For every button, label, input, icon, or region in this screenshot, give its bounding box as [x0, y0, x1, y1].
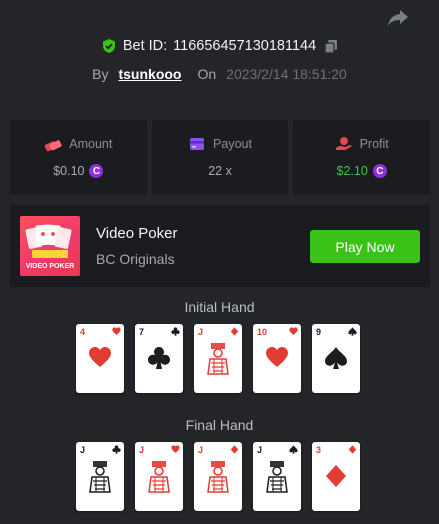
playing-card: 9 — [312, 324, 360, 393]
coin-icon: C — [372, 164, 387, 178]
hearts-suit-icon — [266, 347, 288, 367]
profit-label: Profit — [359, 137, 389, 151]
on-label: On — [197, 66, 217, 82]
bet-author-row: By tsunkooo On 2023/2/14 18:51:20 — [0, 66, 439, 82]
card-rank: J — [80, 445, 86, 455]
playing-card: 3 — [312, 442, 360, 511]
copy-icon[interactable] — [324, 39, 338, 54]
thumb-title: VIDEO POKER — [26, 263, 75, 270]
payout-card-icon — [190, 138, 205, 150]
card-rank: 10 — [257, 327, 268, 337]
final-hand: J J J J 3 — [76, 442, 360, 511]
spades-suit-icon — [289, 445, 298, 454]
playing-card: J — [194, 324, 242, 393]
clubs-suit-icon — [112, 445, 121, 454]
stat-amount: Amount $0.10 C — [10, 120, 147, 194]
card-rank: 3 — [316, 445, 322, 455]
coin-icon: C — [89, 164, 104, 178]
hearts-suit-icon — [112, 327, 121, 335]
bet-stats: Amount $0.10 C Payout 22 x Profit $2.10 … — [10, 120, 431, 194]
stat-payout: Payout 22 x — [151, 120, 289, 194]
playing-card: J — [253, 442, 301, 511]
jack-figure-icon — [207, 461, 229, 493]
card-rank: J — [139, 445, 145, 455]
clubs-suit-icon — [148, 347, 170, 369]
game-provider: BC Originals — [96, 251, 175, 267]
spades-suit-icon — [325, 347, 347, 369]
bet-timestamp: 2023/2/14 18:51:20 — [226, 66, 347, 82]
stat-profit: Profit $2.10 C — [293, 120, 431, 194]
jack-figure-icon — [148, 461, 170, 493]
bet-id-value: 116656457130181144 — [173, 38, 317, 54]
spades-suit-icon — [348, 327, 357, 336]
initial-hand: 4 7 J 10 9 — [76, 324, 360, 393]
card-rank: J — [257, 445, 263, 455]
card-rank: 9 — [316, 327, 322, 337]
clubs-suit-icon — [171, 327, 180, 336]
game-title[interactable]: Video Poker — [96, 225, 177, 242]
card-rank: 4 — [80, 327, 86, 337]
profit-icon — [335, 137, 351, 150]
initial-hand-label: Initial Hand — [184, 299, 255, 315]
payout-value: 22 x — [208, 164, 232, 178]
card-rank: 7 — [139, 327, 145, 337]
profit-value: $2.10 — [336, 164, 368, 178]
bet-id-row: Bet ID: 116656457130181144 — [0, 38, 439, 54]
diamonds-suit-icon — [230, 445, 239, 454]
video-poker-logo: VIDEO POKER — [25, 224, 75, 270]
game-card: VIDEO POKER Video Poker BC Originals Pla… — [10, 205, 430, 287]
bet-id-label: Bet ID: — [122, 38, 168, 54]
playing-card: 10 — [253, 324, 301, 393]
play-now-button[interactable]: Play Now — [310, 230, 420, 263]
playing-card: J — [76, 442, 124, 511]
playing-card: J — [194, 442, 242, 511]
video-poker-thumbnail[interactable]: VIDEO POKER — [20, 216, 80, 276]
card-rank: J — [198, 327, 204, 337]
diamonds-suit-icon — [230, 327, 239, 336]
playing-card: J — [135, 442, 183, 511]
diamonds-suit-icon — [348, 445, 357, 454]
amount-value: $0.10 — [53, 164, 85, 178]
hearts-suit-icon — [171, 445, 180, 453]
diamonds-suit-icon — [326, 465, 346, 487]
playing-card: 7 — [135, 324, 183, 393]
playing-card: 4 — [76, 324, 124, 393]
username-link[interactable]: tsunkooo — [118, 66, 181, 82]
card-rank: J — [198, 445, 204, 455]
jack-figure-icon — [89, 461, 111, 493]
amount-icon — [44, 140, 62, 152]
jack-figure-icon — [266, 461, 288, 493]
verified-shield-icon — [102, 39, 115, 53]
jack-figure-icon — [207, 343, 229, 375]
payout-label: Payout — [213, 137, 252, 151]
final-hand-label: Final Hand — [185, 417, 254, 433]
share-icon[interactable] — [387, 8, 409, 28]
hearts-suit-icon — [289, 327, 298, 335]
amount-label: Amount — [69, 137, 113, 151]
hearts-suit-icon — [89, 347, 111, 367]
by-label: By — [92, 66, 109, 82]
